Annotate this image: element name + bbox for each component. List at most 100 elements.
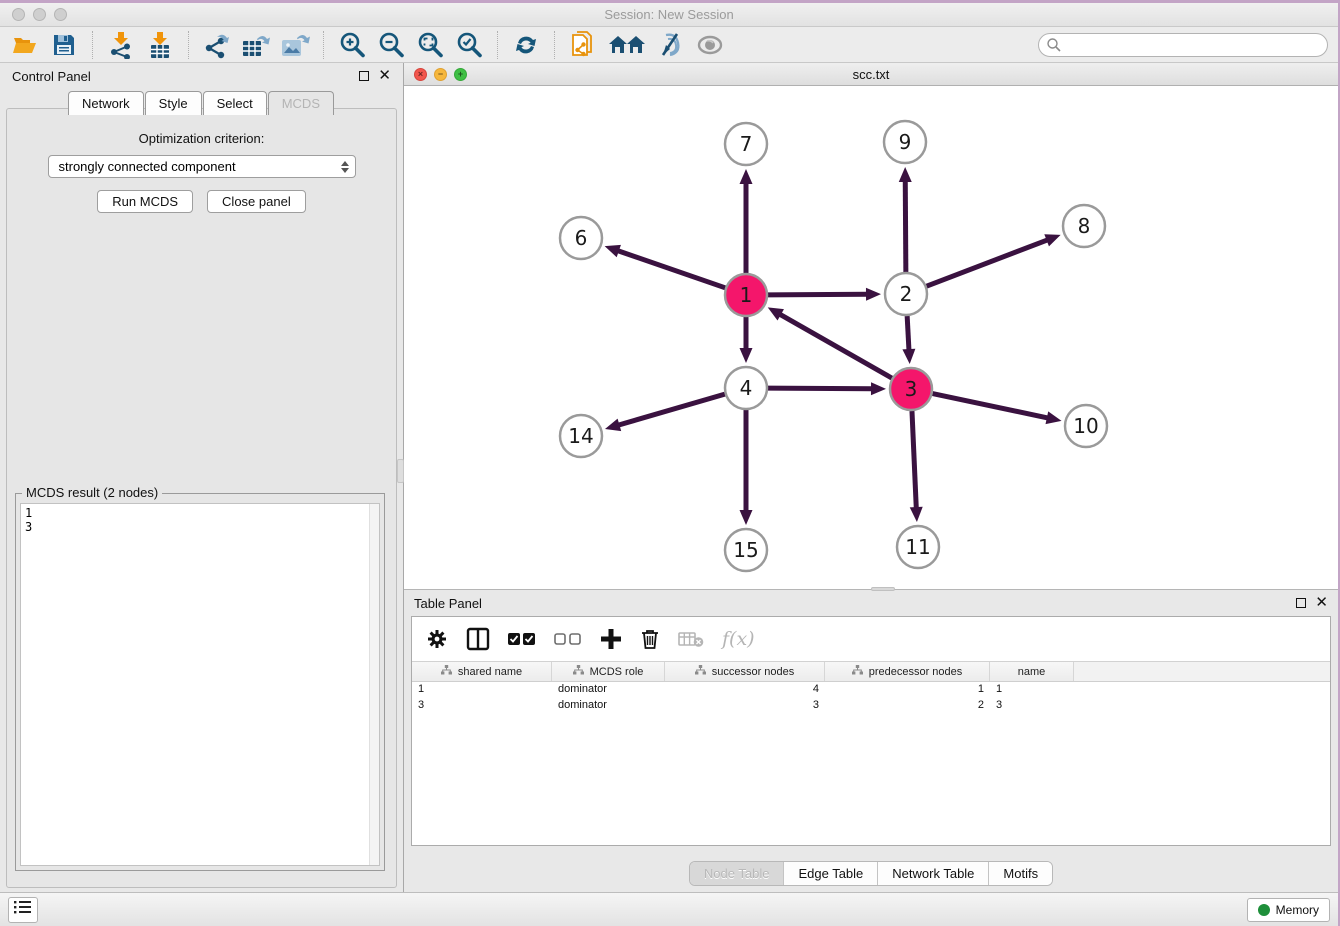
edge-4-3[interactable] <box>768 388 873 389</box>
close-panel-button[interactable]: Close panel <box>207 190 306 213</box>
export-network-icon[interactable] <box>202 31 232 59</box>
table-cell[interactable]: 1 <box>990 682 1074 698</box>
mcds-result-textarea[interactable]: 13 <box>20 503 380 866</box>
export-image-icon[interactable] <box>280 31 310 59</box>
criterion-value: strongly connected component <box>59 159 236 174</box>
table-cell[interactable]: 1 <box>825 682 990 698</box>
control-panel-header: Control Panel ✕ <box>0 63 403 89</box>
edge-1-2[interactable] <box>768 294 868 295</box>
open-session-icon[interactable] <box>10 31 40 59</box>
close-table-panel-icon[interactable]: ✕ <box>1315 598 1328 608</box>
column-header-label: predecessor nodes <box>869 666 963 678</box>
column-header-name[interactable]: name <box>990 662 1074 681</box>
edge-3-11[interactable] <box>912 411 916 509</box>
table-panel-header: Table Panel ✕ <box>404 590 1338 616</box>
criterion-select[interactable]: strongly connected component <box>48 155 356 178</box>
table-row[interactable]: 3dominator323 <box>412 698 1330 714</box>
control-tab-network[interactable]: Network <box>68 91 144 115</box>
add-column-icon[interactable] <box>600 628 622 650</box>
network-maximize-button[interactable]: + <box>454 68 467 81</box>
float-panel-icon[interactable] <box>359 71 369 81</box>
table-tab-edge-table[interactable]: Edge Table <box>784 862 878 885</box>
edge-2-8[interactable] <box>927 240 1049 287</box>
toolbar-separator <box>188 31 189 59</box>
horizontal-splitter-grip[interactable] <box>871 587 895 591</box>
panel-splitter-grip[interactable] <box>397 459 404 483</box>
search-input[interactable] <box>1038 33 1328 57</box>
edge-arrowhead <box>740 348 753 363</box>
deselect-all-checkboxes-icon[interactable] <box>554 632 582 646</box>
save-session-icon[interactable] <box>49 31 79 59</box>
zoom-selected-icon[interactable] <box>454 31 484 59</box>
table-options-gear-icon[interactable] <box>426 628 448 650</box>
toolbar-separator <box>554 31 555 59</box>
table-cell[interactable]: 2 <box>825 698 990 714</box>
task-history-button[interactable] <box>8 897 38 923</box>
table-cell[interactable]: 4 <box>665 682 825 698</box>
zoom-out-icon[interactable] <box>376 31 406 59</box>
import-table-icon[interactable] <box>145 31 175 59</box>
apply-function-icon[interactable]: f(x) <box>722 628 755 650</box>
edge-2-9[interactable] <box>905 180 906 272</box>
edge-1-6[interactable] <box>617 250 725 287</box>
network-minimize-button[interactable]: − <box>434 68 447 81</box>
control-tab-style[interactable]: Style <box>145 91 202 115</box>
edge-2-3[interactable] <box>907 316 909 351</box>
column-header-successor-nodes[interactable]: successor nodes <box>665 662 825 681</box>
window-title: Session: New Session <box>0 7 1338 22</box>
control-tab-mcds[interactable]: MCDS <box>268 91 334 115</box>
hierarchy-icon <box>852 665 863 678</box>
close-panel-icon[interactable]: ✕ <box>378 71 391 81</box>
network-canvas[interactable]: 7968124314101511 <box>404 86 1338 589</box>
delete-column-icon[interactable] <box>640 628 660 650</box>
graph-node-label: 8 <box>1078 214 1091 238</box>
hide-labels-icon[interactable] <box>656 31 686 59</box>
edge-3-10[interactable] <box>933 394 1049 419</box>
home-layout-icon[interactable] <box>607 31 647 59</box>
zoom-in-icon[interactable] <box>337 31 367 59</box>
edge-arrowhead <box>866 288 881 301</box>
column-header-label: MCDS role <box>590 666 644 678</box>
zoom-fit-icon[interactable] <box>415 31 445 59</box>
graph-node-label: 10 <box>1073 414 1098 438</box>
table-rows: 1dominator4113dominator323 <box>412 682 1330 845</box>
show-graphics-eye-icon[interactable] <box>695 31 725 59</box>
table-tab-control: Node TableEdge TableNetwork TableMotifs <box>689 861 1053 886</box>
edge-3-1[interactable] <box>779 314 892 378</box>
table-cell[interactable]: dominator <box>552 682 665 698</box>
table-cell[interactable]: dominator <box>552 698 665 714</box>
split-panel-icon[interactable] <box>466 627 490 651</box>
table-tab-motifs[interactable]: Motifs <box>989 862 1052 885</box>
network-close-button[interactable]: × <box>414 68 427 81</box>
column-header-label: name <box>1018 666 1046 678</box>
hierarchy-icon <box>695 665 706 678</box>
table-row[interactable]: 1dominator411 <box>412 682 1330 698</box>
table-cell[interactable]: 3 <box>665 698 825 714</box>
refresh-icon[interactable] <box>511 31 541 59</box>
table-cell[interactable]: 1 <box>412 682 552 698</box>
network-graph[interactable]: 7968124314101511 <box>404 86 1334 589</box>
run-mcds-button[interactable]: Run MCDS <box>97 190 193 213</box>
table-tab-node-table[interactable]: Node Table <box>690 862 785 885</box>
column-header-shared-name[interactable]: shared name <box>412 662 552 681</box>
edge-arrowhead <box>740 169 753 184</box>
delete-table-icon[interactable] <box>678 630 704 648</box>
copy-network-icon[interactable] <box>568 31 598 59</box>
table-cell[interactable]: 3 <box>412 698 552 714</box>
control-tab-select[interactable]: Select <box>203 91 267 115</box>
graph-node-label: 2 <box>900 282 913 306</box>
float-table-panel-icon[interactable] <box>1296 598 1306 608</box>
memory-status-icon <box>1258 904 1270 916</box>
mcds-tab-content: Optimization criterion: strongly connect… <box>6 108 397 888</box>
edge-arrowhead <box>910 507 923 522</box>
select-all-checkboxes-icon[interactable] <box>508 632 536 646</box>
result-scrollbar[interactable] <box>369 504 379 865</box>
memory-button[interactable]: Memory <box>1247 898 1330 922</box>
export-table-icon[interactable] <box>241 31 271 59</box>
table-cell[interactable]: 3 <box>990 698 1074 714</box>
edge-4-14[interactable] <box>617 394 724 425</box>
column-header-predecessor-nodes[interactable]: predecessor nodes <box>825 662 990 681</box>
column-header-MCDS-role[interactable]: MCDS role <box>552 662 665 681</box>
table-tab-network-table[interactable]: Network Table <box>878 862 989 885</box>
import-network-icon[interactable] <box>106 31 136 59</box>
